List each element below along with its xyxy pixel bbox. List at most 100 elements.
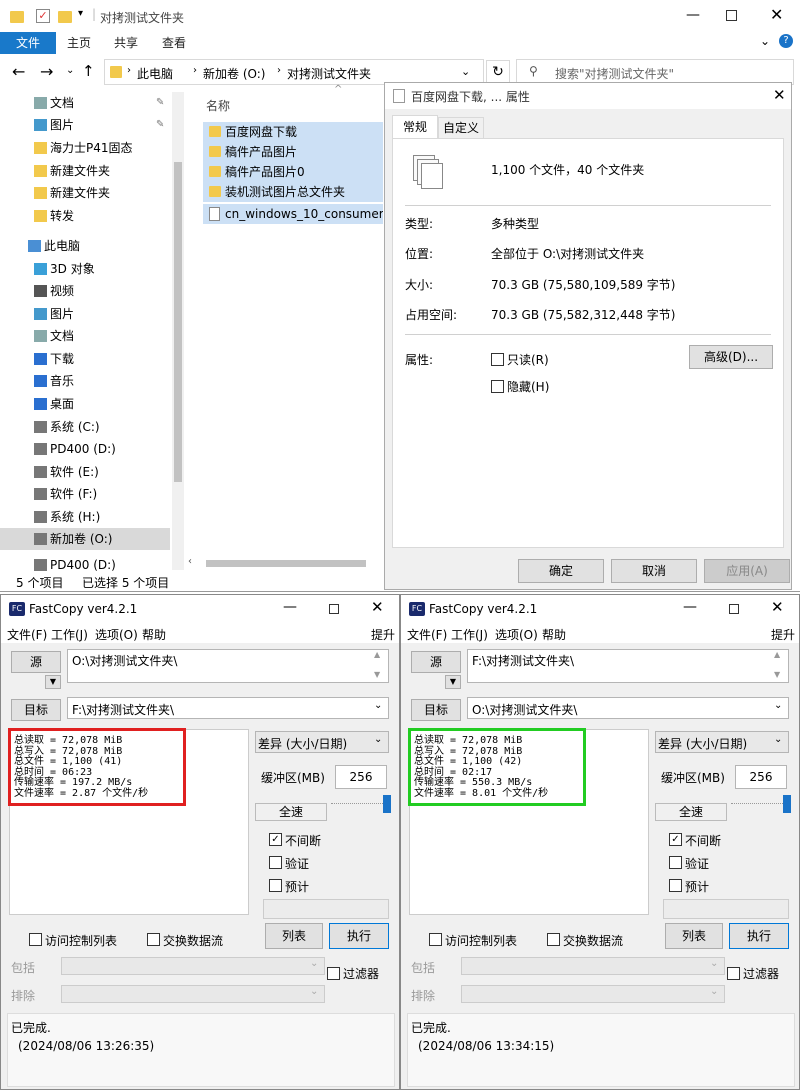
acl-checkbox[interactable] [429, 933, 442, 946]
forward-icon[interactable]: → [40, 62, 53, 81]
maximize-icon[interactable] [729, 604, 739, 614]
minimize-icon[interactable]: — [283, 599, 297, 615]
menu-help[interactable]: 帮助 [142, 626, 166, 643]
breadcrumb-drive[interactable]: 新加卷 (O:) [203, 65, 265, 82]
menu-job[interactable]: 工作(J) [451, 626, 488, 643]
sidebar-item[interactable]: 新加卷 (O:) [0, 528, 170, 550]
source-dropdown-icon[interactable]: ▼ [45, 675, 61, 689]
dest-path-field[interactable]: O:\对拷测试文件夹\ ⌄ [467, 697, 789, 719]
breadcrumb-folder[interactable]: 对拷测试文件夹 [287, 65, 371, 82]
sidebar-item[interactable]: 图片 [0, 303, 170, 325]
menu-file[interactable]: 文件(F) [7, 626, 47, 643]
sidebar-item[interactable]: 下载 [0, 348, 170, 370]
close-icon[interactable]: ✕ [371, 598, 384, 616]
sidebar-item[interactable]: PD400 (D:) [0, 554, 170, 576]
dest-path-field[interactable]: F:\对拷测试文件夹\ ⌄ [67, 697, 389, 719]
hscrollbar[interactable]: ‹ [186, 556, 384, 570]
sidebar-item[interactable]: 此电脑 [0, 235, 170, 257]
file-row[interactable]: 装机测试图片总文件夹 [203, 182, 383, 202]
estimate-checkbox[interactable] [669, 879, 682, 892]
file-row[interactable]: cn_windows_10_consumer_ed [203, 204, 383, 224]
stream-checkbox[interactable] [147, 933, 160, 946]
mode-select[interactable]: 差异 (大小/日期) ⌄ [655, 731, 789, 753]
buffer-input[interactable]: 256 [335, 765, 387, 789]
file-row[interactable]: 稿件产品图片 [203, 142, 383, 162]
tab-general[interactable]: 常规 [392, 115, 438, 139]
mode-select[interactable]: 差异 (大小/日期) ⌄ [255, 731, 389, 753]
source-path-field[interactable]: F:\对拷测试文件夹\ ▲ ▼ [467, 649, 789, 683]
sidebar-item[interactable]: 转发 [0, 205, 170, 227]
tab-custom[interactable]: 自定义 [438, 117, 484, 139]
minimize-icon[interactable]: — [683, 599, 697, 615]
menu-file[interactable]: 文件(F) [407, 626, 447, 643]
list-button[interactable]: 列表 [265, 923, 323, 949]
pin-icon[interactable]: ✎ [156, 92, 164, 114]
exclude-field[interactable]: ⌄ [461, 985, 725, 1003]
source-button[interactable]: 源 [11, 651, 61, 673]
menu-options[interactable]: 选项(O) [495, 626, 538, 643]
stream-checkbox[interactable] [547, 933, 560, 946]
source-dropdown-icon[interactable]: ▼ [445, 675, 461, 689]
readonly-checkbox[interactable] [491, 353, 504, 366]
close-icon[interactable]: ✕ [770, 5, 783, 24]
chevron-down-icon[interactable]: ⌄ [760, 34, 770, 48]
column-header-name[interactable]: 名称 [206, 97, 230, 114]
file-row[interactable]: 稿件产品图片0 [203, 162, 383, 182]
exclude-field[interactable]: ⌄ [61, 985, 325, 1003]
sidebar-item[interactable]: 音乐 [0, 370, 170, 392]
nonstop-checkbox[interactable]: ✓ [269, 833, 282, 846]
sidebar-item[interactable]: 新建文件夹 [0, 182, 170, 204]
filter-checkbox[interactable] [327, 967, 340, 980]
acl-checkbox[interactable] [29, 933, 42, 946]
sidebar-item[interactable]: 海力士P41固态 [0, 137, 170, 159]
speed-slider[interactable] [331, 795, 391, 815]
tab-home[interactable]: 主页 [58, 32, 100, 54]
filter-checkbox[interactable] [727, 967, 740, 980]
properties-icon[interactable]: ✓ [36, 9, 50, 23]
source-path-field[interactable]: O:\对拷测试文件夹\ ▲ ▼ [67, 649, 389, 683]
dialog-close-icon[interactable]: ✕ [773, 86, 786, 104]
sidebar-item[interactable]: 系统 (H:) [0, 506, 170, 528]
verify-checkbox[interactable] [269, 856, 282, 869]
up-icon[interactable]: ↑ [82, 62, 95, 80]
sidebar-item[interactable]: 桌面 [0, 393, 170, 415]
nav-scrollbar[interactable] [172, 92, 184, 570]
sidebar-item[interactable]: PD400 (D:) [0, 438, 170, 460]
address-dropdown-icon[interactable]: ⌄ [461, 65, 470, 78]
menu-elevate[interactable]: 提升 [371, 626, 395, 643]
dest-dropdown-icon[interactable]: ⌄ [374, 700, 382, 711]
execute-button[interactable]: 执行 [329, 923, 389, 949]
include-field[interactable]: ⌄ [461, 957, 725, 975]
dest-button[interactable]: 目标 [411, 699, 461, 721]
file-row[interactable]: 百度网盘下载 [203, 122, 383, 142]
menu-options[interactable]: 选项(O) [95, 626, 138, 643]
maximize-icon[interactable] [726, 10, 737, 21]
sidebar-item[interactable]: 系统 (C:) [0, 416, 170, 438]
sidebar-item[interactable]: 文档 [0, 325, 170, 347]
minimize-icon[interactable]: — [686, 7, 700, 23]
close-icon[interactable]: ✕ [771, 598, 784, 616]
sidebar-item[interactable]: 新建文件夹 [0, 160, 170, 182]
menu-job[interactable]: 工作(J) [51, 626, 88, 643]
include-field[interactable]: ⌄ [61, 957, 325, 975]
sidebar-item[interactable]: 视频 [0, 280, 170, 302]
help-icon[interactable]: ? [779, 34, 793, 48]
buffer-input[interactable]: 256 [735, 765, 787, 789]
customize-qat-icon[interactable]: ▾ [78, 8, 83, 19]
menu-elevate[interactable]: 提升 [771, 626, 795, 643]
cancel-button[interactable]: 取消 [611, 559, 697, 583]
hidden-checkbox[interactable] [491, 380, 504, 393]
back-icon[interactable]: ← [12, 62, 25, 81]
speed-slider[interactable] [731, 795, 791, 815]
pin-icon[interactable]: ✎ [156, 114, 164, 136]
advanced-button[interactable]: 高级(D)... [689, 345, 773, 369]
sidebar-item[interactable]: 文档 ✎ [0, 92, 170, 114]
new-folder-icon[interactable] [58, 11, 72, 23]
sidebar-item[interactable]: 软件 (E:) [0, 461, 170, 483]
nonstop-checkbox[interactable]: ✓ [669, 833, 682, 846]
ok-button[interactable]: 确定 [518, 559, 604, 583]
verify-checkbox[interactable] [669, 856, 682, 869]
menu-help[interactable]: 帮助 [542, 626, 566, 643]
sidebar-item[interactable]: 软件 (F:) [0, 483, 170, 505]
execute-button[interactable]: 执行 [729, 923, 789, 949]
